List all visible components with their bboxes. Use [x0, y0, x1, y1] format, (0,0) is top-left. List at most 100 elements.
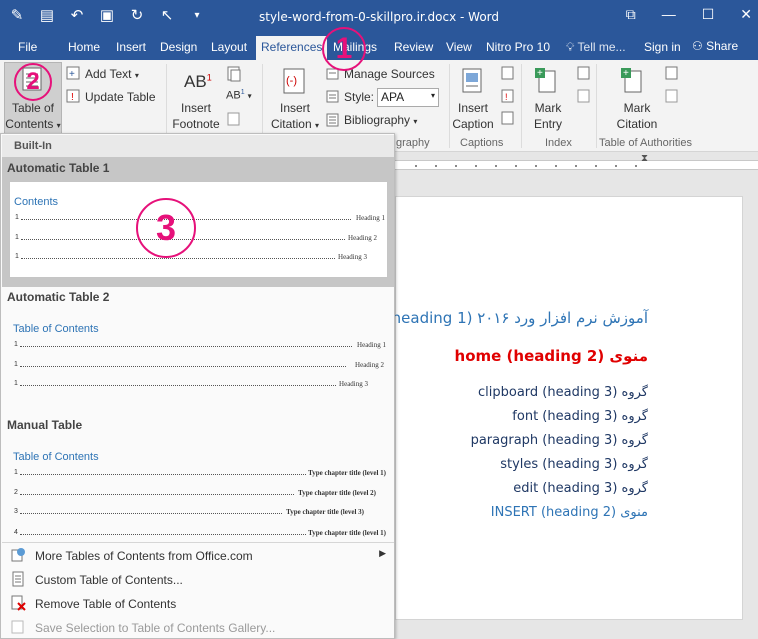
- manual-table-preview[interactable]: Table of Contents 1 Type chapter title (l…: [9, 437, 388, 542]
- tab-insert[interactable]: Insert: [116, 40, 146, 54]
- tab-references[interactable]: References: [256, 36, 328, 60]
- step-marker-3: 3: [136, 198, 196, 258]
- svg-text:+: +: [623, 68, 629, 79]
- insert-footnote-label-2[interactable]: Footnote: [166, 117, 226, 132]
- tab-layout[interactable]: Layout: [211, 40, 247, 54]
- horizontal-ruler: ⧗: [395, 152, 758, 174]
- show-notes-icon[interactable]: [226, 111, 242, 127]
- toc-gallery-dropdown: Built-In Automatic Table 1 Contents 1 Hea…: [0, 133, 395, 639]
- doc-heading-1: آموزش نرم افزار ورد ۲۰۱۶ (heading 1: [391, 309, 648, 327]
- tab-home[interactable]: Home: [68, 40, 100, 54]
- divider: [521, 64, 522, 148]
- toc-label-2: Contents ▾: [5, 117, 61, 131]
- sign-in-link[interactable]: Sign in: [644, 40, 681, 54]
- doc-heading-3: گروه clipboard (heading 3): [478, 385, 648, 400]
- tab-design[interactable]: Design: [160, 40, 197, 54]
- insert-endnote-icon[interactable]: [226, 66, 242, 82]
- mark-entry-icon: +: [535, 68, 556, 93]
- insert-caption-label-1[interactable]: Insert: [450, 101, 496, 116]
- svg-text:(-): (-): [286, 75, 297, 87]
- mark-citation-label-2[interactable]: Citation: [612, 117, 662, 132]
- insert-citation-label-1[interactable]: Insert: [272, 101, 318, 116]
- update-table-figures-icon[interactable]: !: [500, 89, 515, 104]
- maximize-icon[interactable]: ☐: [702, 6, 715, 23]
- citation-style-select[interactable]: APA ▾: [377, 88, 439, 107]
- doc-heading-3: گروه edit (heading 3): [513, 481, 648, 496]
- toc-preview-line: 1 Heading 1: [14, 341, 386, 349]
- indent-marker-icon[interactable]: ⧗: [641, 153, 648, 164]
- mark-entry-label-1[interactable]: Mark: [526, 101, 570, 116]
- doc-heading-3: گروه paragraph (heading 3): [470, 433, 648, 448]
- toc-preview-line: 1 Type chapter title (level 1): [14, 469, 386, 477]
- tab-nitro[interactable]: Nitro Pro 10: [486, 40, 550, 54]
- update-toa-icon[interactable]: [664, 89, 679, 104]
- submenu-arrow-icon: ▶: [379, 548, 386, 558]
- toc-preview-heading: Table of Contents: [13, 323, 99, 335]
- toc-preview-line: 4 Type chapter title (level 1): [14, 529, 386, 537]
- update-table-icon: !: [66, 89, 80, 103]
- manual-table-title: Manual Table: [7, 418, 83, 432]
- manage-sources-button[interactable]: Manage Sources: [344, 67, 435, 81]
- insert-table-of-figures-icon[interactable]: [500, 66, 515, 81]
- custom-toc-menu-item[interactable]: Custom Table of Contents...: [2, 567, 394, 591]
- close-icon[interactable]: ✕: [740, 6, 752, 23]
- toc-label-1: Table of: [11, 101, 55, 115]
- save-selection-menu-item: Save Selection to Table of Contents Gall…: [2, 615, 394, 639]
- mark-citation-icon: +: [621, 68, 642, 93]
- group-label-toa: Table of Authorities: [599, 137, 692, 149]
- step-marker-2: 2: [14, 63, 52, 101]
- insert-footnote-icon: AB1: [184, 72, 212, 91]
- custom-toc-label: Custom Table of Contents...: [35, 573, 183, 587]
- insert-citation-label-2[interactable]: Citation ▾: [266, 117, 324, 133]
- update-table-button[interactable]: Update Table: [85, 90, 156, 104]
- remove-toc-label: Remove Table of Contents: [35, 597, 177, 611]
- doc-heading-2: منوی home (heading 2): [454, 347, 648, 365]
- insert-toa-icon[interactable]: [664, 66, 679, 81]
- toc-preview-line: 1 Heading 2: [15, 234, 377, 242]
- gallery-section-header: Built-In: [2, 135, 394, 157]
- automatic-table-2-preview[interactable]: Table of Contents 1 Heading 1 1 Heading 2 …: [9, 309, 388, 409]
- mark-entry-label-2[interactable]: Entry: [526, 117, 570, 132]
- group-label-index: Index: [545, 137, 572, 149]
- next-footnote-button[interactable]: AB1 ▾: [226, 89, 252, 102]
- automatic-table-1-preview[interactable]: Contents 1 Heading 1 1 Heading 2 1 Heading …: [9, 181, 388, 278]
- save-selection-label: Save Selection to Table of Contents Gall…: [35, 621, 276, 635]
- step-marker-1: 1: [322, 27, 366, 71]
- window-controls: ⧉ — ☐ ✕: [626, 6, 752, 23]
- save-gallery-icon: [11, 620, 24, 634]
- more-tocs-label: More Tables of Contents from Office.com: [35, 549, 253, 563]
- mark-citation-label-1[interactable]: Mark: [612, 101, 662, 116]
- add-text-button[interactable]: Add Text ▾: [85, 67, 139, 81]
- automatic-table-1-title: Automatic Table 1: [7, 161, 110, 175]
- ribbon-tabs: File Home Insert Design Layout Reference…: [0, 36, 758, 60]
- svg-text:+: +: [537, 68, 543, 79]
- document-page[interactable]: آموزش نرم افزار ورد ۲۰۱۶ (heading 1 منوی…: [391, 196, 743, 620]
- insert-caption-label-2[interactable]: Caption: [448, 117, 498, 132]
- toc-preview-heading: Table of Contents: [13, 451, 99, 463]
- group-label-citations: graphy: [396, 137, 430, 149]
- tab-review[interactable]: Review: [394, 40, 433, 54]
- more-tocs-menu-item[interactable]: More Tables of Contents from Office.com …: [2, 543, 394, 567]
- tell-me-box[interactable]: 💡︎ Tell me...: [566, 40, 626, 55]
- insert-index-icon[interactable]: [576, 66, 591, 81]
- update-index-icon[interactable]: [576, 89, 591, 104]
- insert-footnote-label-1[interactable]: Insert: [170, 101, 222, 116]
- remove-toc-menu-item[interactable]: Remove Table of Contents: [2, 591, 394, 615]
- tab-file[interactable]: File: [18, 40, 37, 54]
- group-label-captions: Captions: [460, 137, 504, 149]
- tell-me-label: Tell me...: [577, 40, 626, 54]
- toc-preview-line: 2 Type chapter title (level 2): [14, 489, 376, 497]
- doc-heading-3: گروه styles (heading 3): [500, 457, 648, 472]
- person-icon: ⚇: [692, 39, 703, 53]
- cross-reference-icon[interactable]: [500, 111, 515, 126]
- add-text-icon: +: [66, 66, 80, 80]
- minimize-icon[interactable]: —: [662, 6, 676, 23]
- tab-view[interactable]: View: [446, 40, 472, 54]
- divider: [596, 64, 597, 148]
- share-label: Share: [706, 39, 739, 53]
- ribbon-display-icon[interactable]: ⧉: [626, 6, 636, 23]
- share-button[interactable]: ⚇ Share: [692, 39, 738, 53]
- bibliography-button[interactable]: Bibliography ▾: [344, 113, 417, 127]
- citation-style-value: APA: [381, 90, 405, 104]
- toc-preview-line: 1 Heading 3: [14, 380, 368, 388]
